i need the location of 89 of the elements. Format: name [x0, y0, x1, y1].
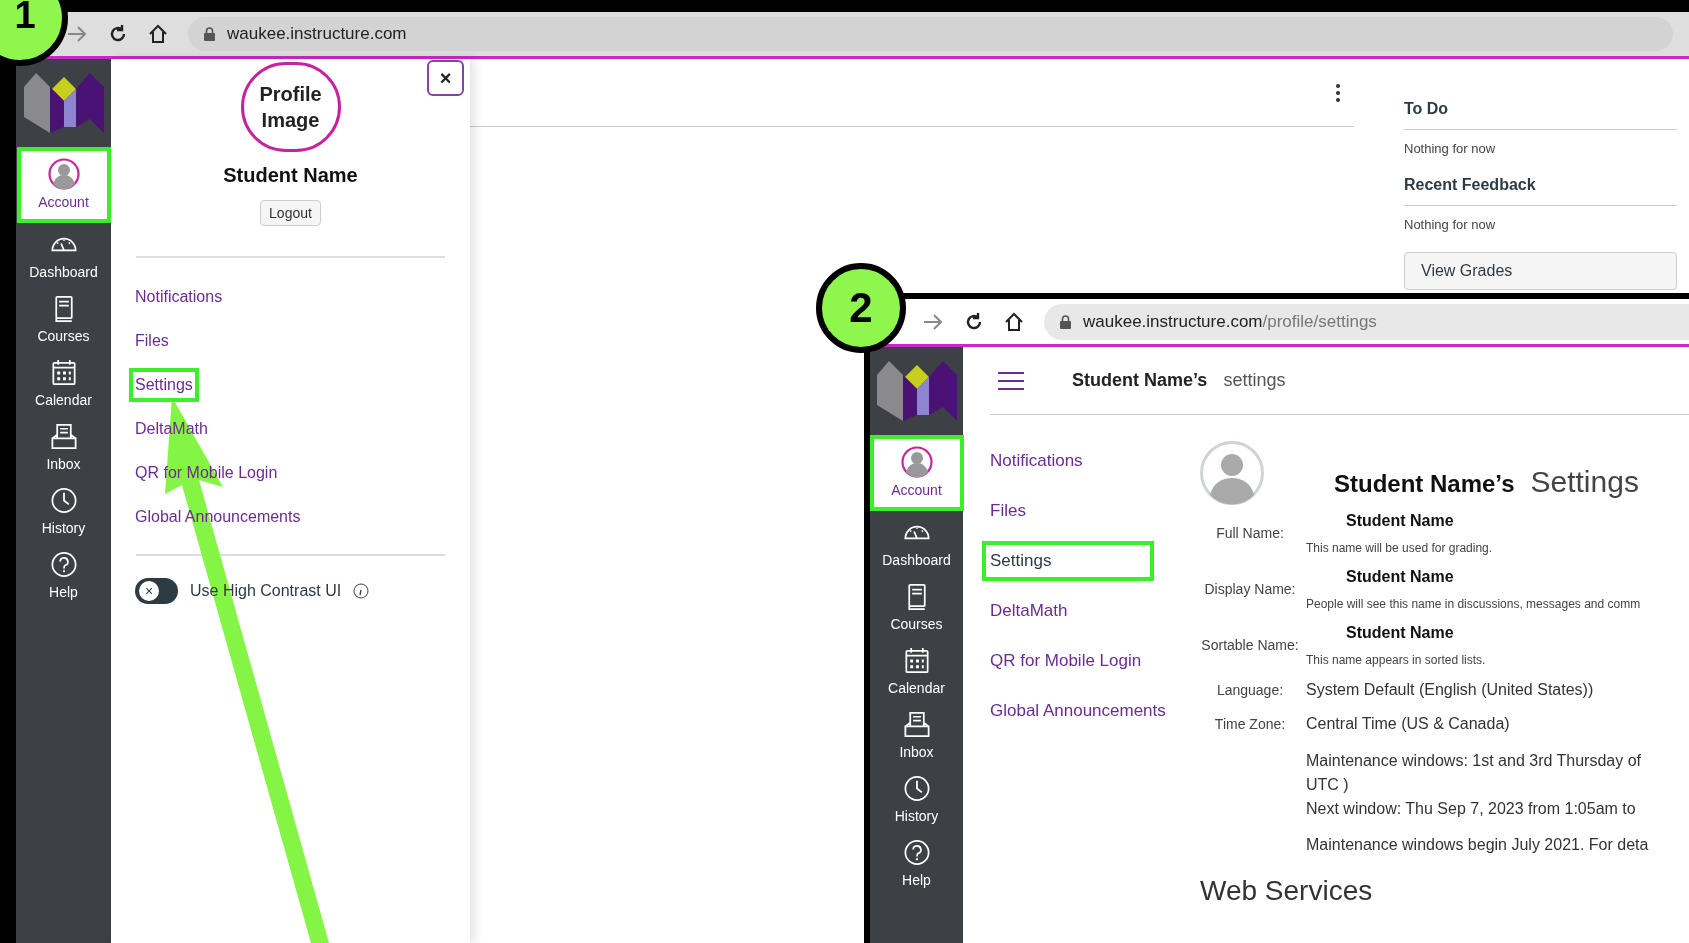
logout-button[interactable]: Logout	[260, 200, 321, 226]
field-label: Language:	[1215, 681, 1285, 700]
nav-label: Courses	[37, 327, 90, 346]
profile-image: Profile Image	[240, 62, 341, 152]
step-badge: 2	[816, 263, 906, 353]
menu-link[interactable]: Files	[129, 324, 175, 358]
maintenance-text: Maintenance windows: 1st and 3rd Thursday of	[1306, 751, 1642, 771]
settings-heading: Settings	[1530, 464, 1639, 500]
nav-item[interactable]: Account	[869, 435, 964, 511]
nav-label: Calendar	[888, 679, 945, 698]
menu-link[interactable]: Settings	[982, 541, 1154, 581]
address-text: waukee.instructure.com/profile/settings	[1083, 310, 1377, 333]
maintenance-text: UTC )	[1306, 775, 1350, 795]
lock-icon	[204, 27, 215, 41]
nav-label: Calendar	[35, 391, 92, 410]
nav-label: Courses	[890, 615, 943, 634]
menu-link[interactable]: QR for Mobile Login	[982, 641, 1146, 681]
field-label: Full Name:	[1215, 524, 1285, 543]
menu-icon[interactable]	[998, 371, 1024, 390]
lock-icon	[1060, 314, 1071, 329]
nav-label: Account	[891, 480, 942, 500]
empty-message: Nothing for now	[1404, 140, 1497, 158]
info-icon[interactable]	[353, 583, 370, 599]
settings-heading-name: Student Name’s	[1334, 469, 1515, 499]
nav-item[interactable]: Calendar	[16, 353, 111, 415]
nav-item[interactable]: Calendar	[869, 641, 964, 703]
empty-message: Nothing for now	[1404, 215, 1497, 234]
nav-item[interactable]: History	[869, 769, 964, 831]
address-bar[interactable]: waukee.instructure.com	[188, 17, 1673, 51]
more-options-icon[interactable]	[1336, 83, 1340, 102]
close-button[interactable]: ×	[427, 60, 464, 96]
reload-icon[interactable]	[108, 24, 128, 44]
section-title: Web Services	[1200, 877, 1374, 905]
field-hint: This name will be used for grading.	[1306, 540, 1493, 557]
forward-icon[interactable]	[66, 25, 88, 43]
nav-label: Help	[902, 871, 931, 890]
nav-label: Inbox	[46, 455, 81, 474]
nav-item[interactable]: Inbox	[869, 705, 964, 767]
nav-item[interactable]: Help	[16, 545, 111, 607]
nav-label: History	[894, 807, 939, 826]
nav-item[interactable]: Help	[869, 833, 964, 895]
field-hint: This name appears in sorted lists.	[1306, 652, 1486, 669]
nav-item[interactable]: Courses	[16, 289, 111, 351]
nav-label: Inbox	[899, 743, 934, 762]
maintenance-text: Next window: Thu Sep 7, 2023 from 1:05am to	[1306, 799, 1637, 819]
field-label: Display Name:	[1203, 580, 1297, 599]
maintenance-text: Maintenance windows begin July 2021. For deta	[1306, 835, 1650, 855]
avatar-icon	[47, 157, 80, 190]
field-value: Central Time (US & Canada)	[1306, 714, 1510, 734]
menu-link[interactable]: DeltaMath	[982, 591, 1072, 631]
nav-label: Dashboard	[29, 263, 98, 282]
nav-label: History	[41, 519, 86, 538]
nav-label: Account	[38, 192, 89, 212]
menu-link[interactable]: Files	[982, 491, 1030, 531]
reload-icon[interactable]	[964, 311, 984, 332]
section-heading: Recent Feedback	[1404, 172, 1677, 206]
field-hint: People will see this name in discussions, messages and comm	[1306, 596, 1641, 613]
student-name: Student Name	[223, 163, 358, 188]
menu-link[interactable]: Global Announcements	[982, 691, 1170, 731]
breadcrumb-page: settings	[1223, 369, 1286, 392]
nav-item[interactable]: Dashboard	[16, 225, 111, 287]
nav-label: Dashboard	[882, 551, 951, 570]
forward-icon[interactable]	[922, 312, 944, 331]
menu-link[interactable]: Settings	[129, 368, 199, 402]
nav-label: Help	[49, 583, 78, 602]
breadcrumb-name[interactable]: Student Name’s	[1072, 367, 1208, 394]
view-grades-button[interactable]: View Grades	[1404, 252, 1677, 290]
toggle-switch[interactable]: ×	[135, 578, 178, 604]
step-badge: 1	[0, 0, 68, 66]
section-heading: To Do	[1404, 97, 1677, 130]
menu-link[interactable]: Notifications	[129, 280, 229, 314]
nav-item[interactable]: Courses	[869, 577, 964, 639]
field-label: Sortable Name:	[1200, 636, 1300, 655]
field-value: Student Name	[1345, 623, 1455, 643]
field-label: Time Zone:	[1213, 715, 1287, 734]
nav-item[interactable]: Dashboard	[869, 513, 964, 575]
field-value: System Default (English (United States))	[1306, 680, 1594, 700]
nav-item[interactable]: History	[16, 481, 111, 543]
nav-item[interactable]: Account	[16, 147, 111, 223]
address-bar[interactable]: waukee.instructure.com/profile/settings	[1044, 303, 1689, 340]
field-value: Student Name	[1345, 511, 1455, 531]
address-text: waukee.instructure.com	[227, 23, 407, 46]
avatar-icon	[1200, 441, 1264, 505]
home-icon[interactable]	[148, 24, 168, 44]
menu-link[interactable]: Notifications	[982, 441, 1087, 481]
home-icon[interactable]	[1004, 311, 1024, 332]
avatar-icon	[900, 445, 933, 478]
nav-item[interactable]: Inbox	[16, 417, 111, 479]
field-value: Student Name	[1345, 567, 1455, 587]
